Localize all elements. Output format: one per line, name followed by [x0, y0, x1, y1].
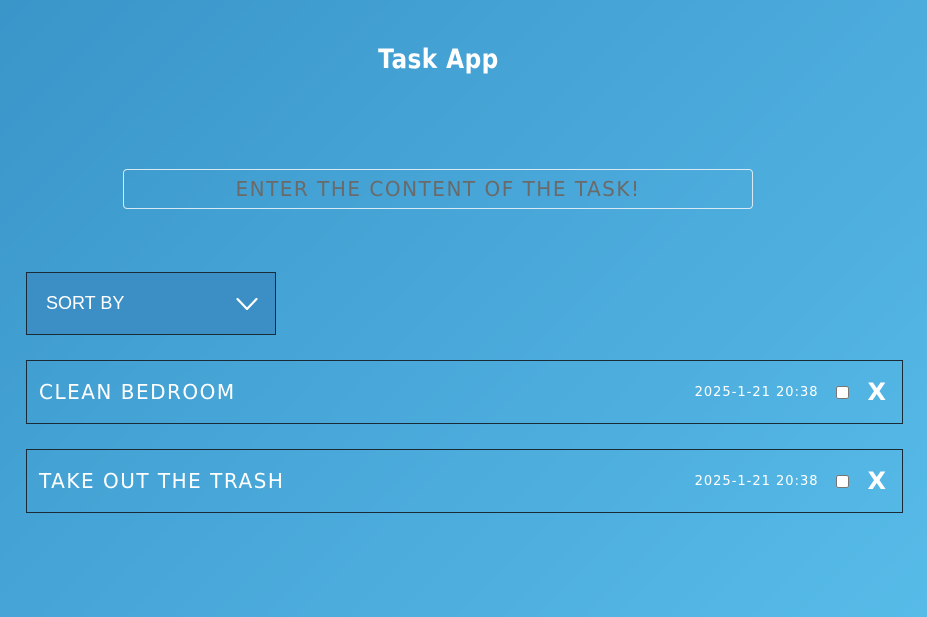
task-text: TAKE OUT THE TRASH: [39, 469, 285, 493]
sort-by-dropdown[interactable]: SORT BY: [26, 272, 276, 335]
task-item: TAKE OUT THE TRASH 2025-1-21 20:38 X: [26, 449, 903, 513]
delete-task-button[interactable]: X: [863, 380, 890, 404]
task-complete-checkbox[interactable]: [836, 474, 850, 488]
task-date: 2025-1-21 20:38: [694, 384, 819, 400]
delete-task-button[interactable]: X: [863, 469, 890, 493]
task-date: 2025-1-21 20:38: [694, 473, 819, 489]
chevron-down-icon: [236, 297, 258, 310]
app-title: Task App: [378, 44, 499, 75]
task-complete-checkbox[interactable]: [836, 385, 850, 399]
task-text: CLEAN BEDROOM: [39, 380, 236, 404]
task-content-input[interactable]: [123, 169, 753, 209]
task-item: CLEAN BEDROOM 2025-1-21 20:38 X: [26, 360, 903, 424]
sort-by-label: SORT BY: [46, 293, 125, 313]
